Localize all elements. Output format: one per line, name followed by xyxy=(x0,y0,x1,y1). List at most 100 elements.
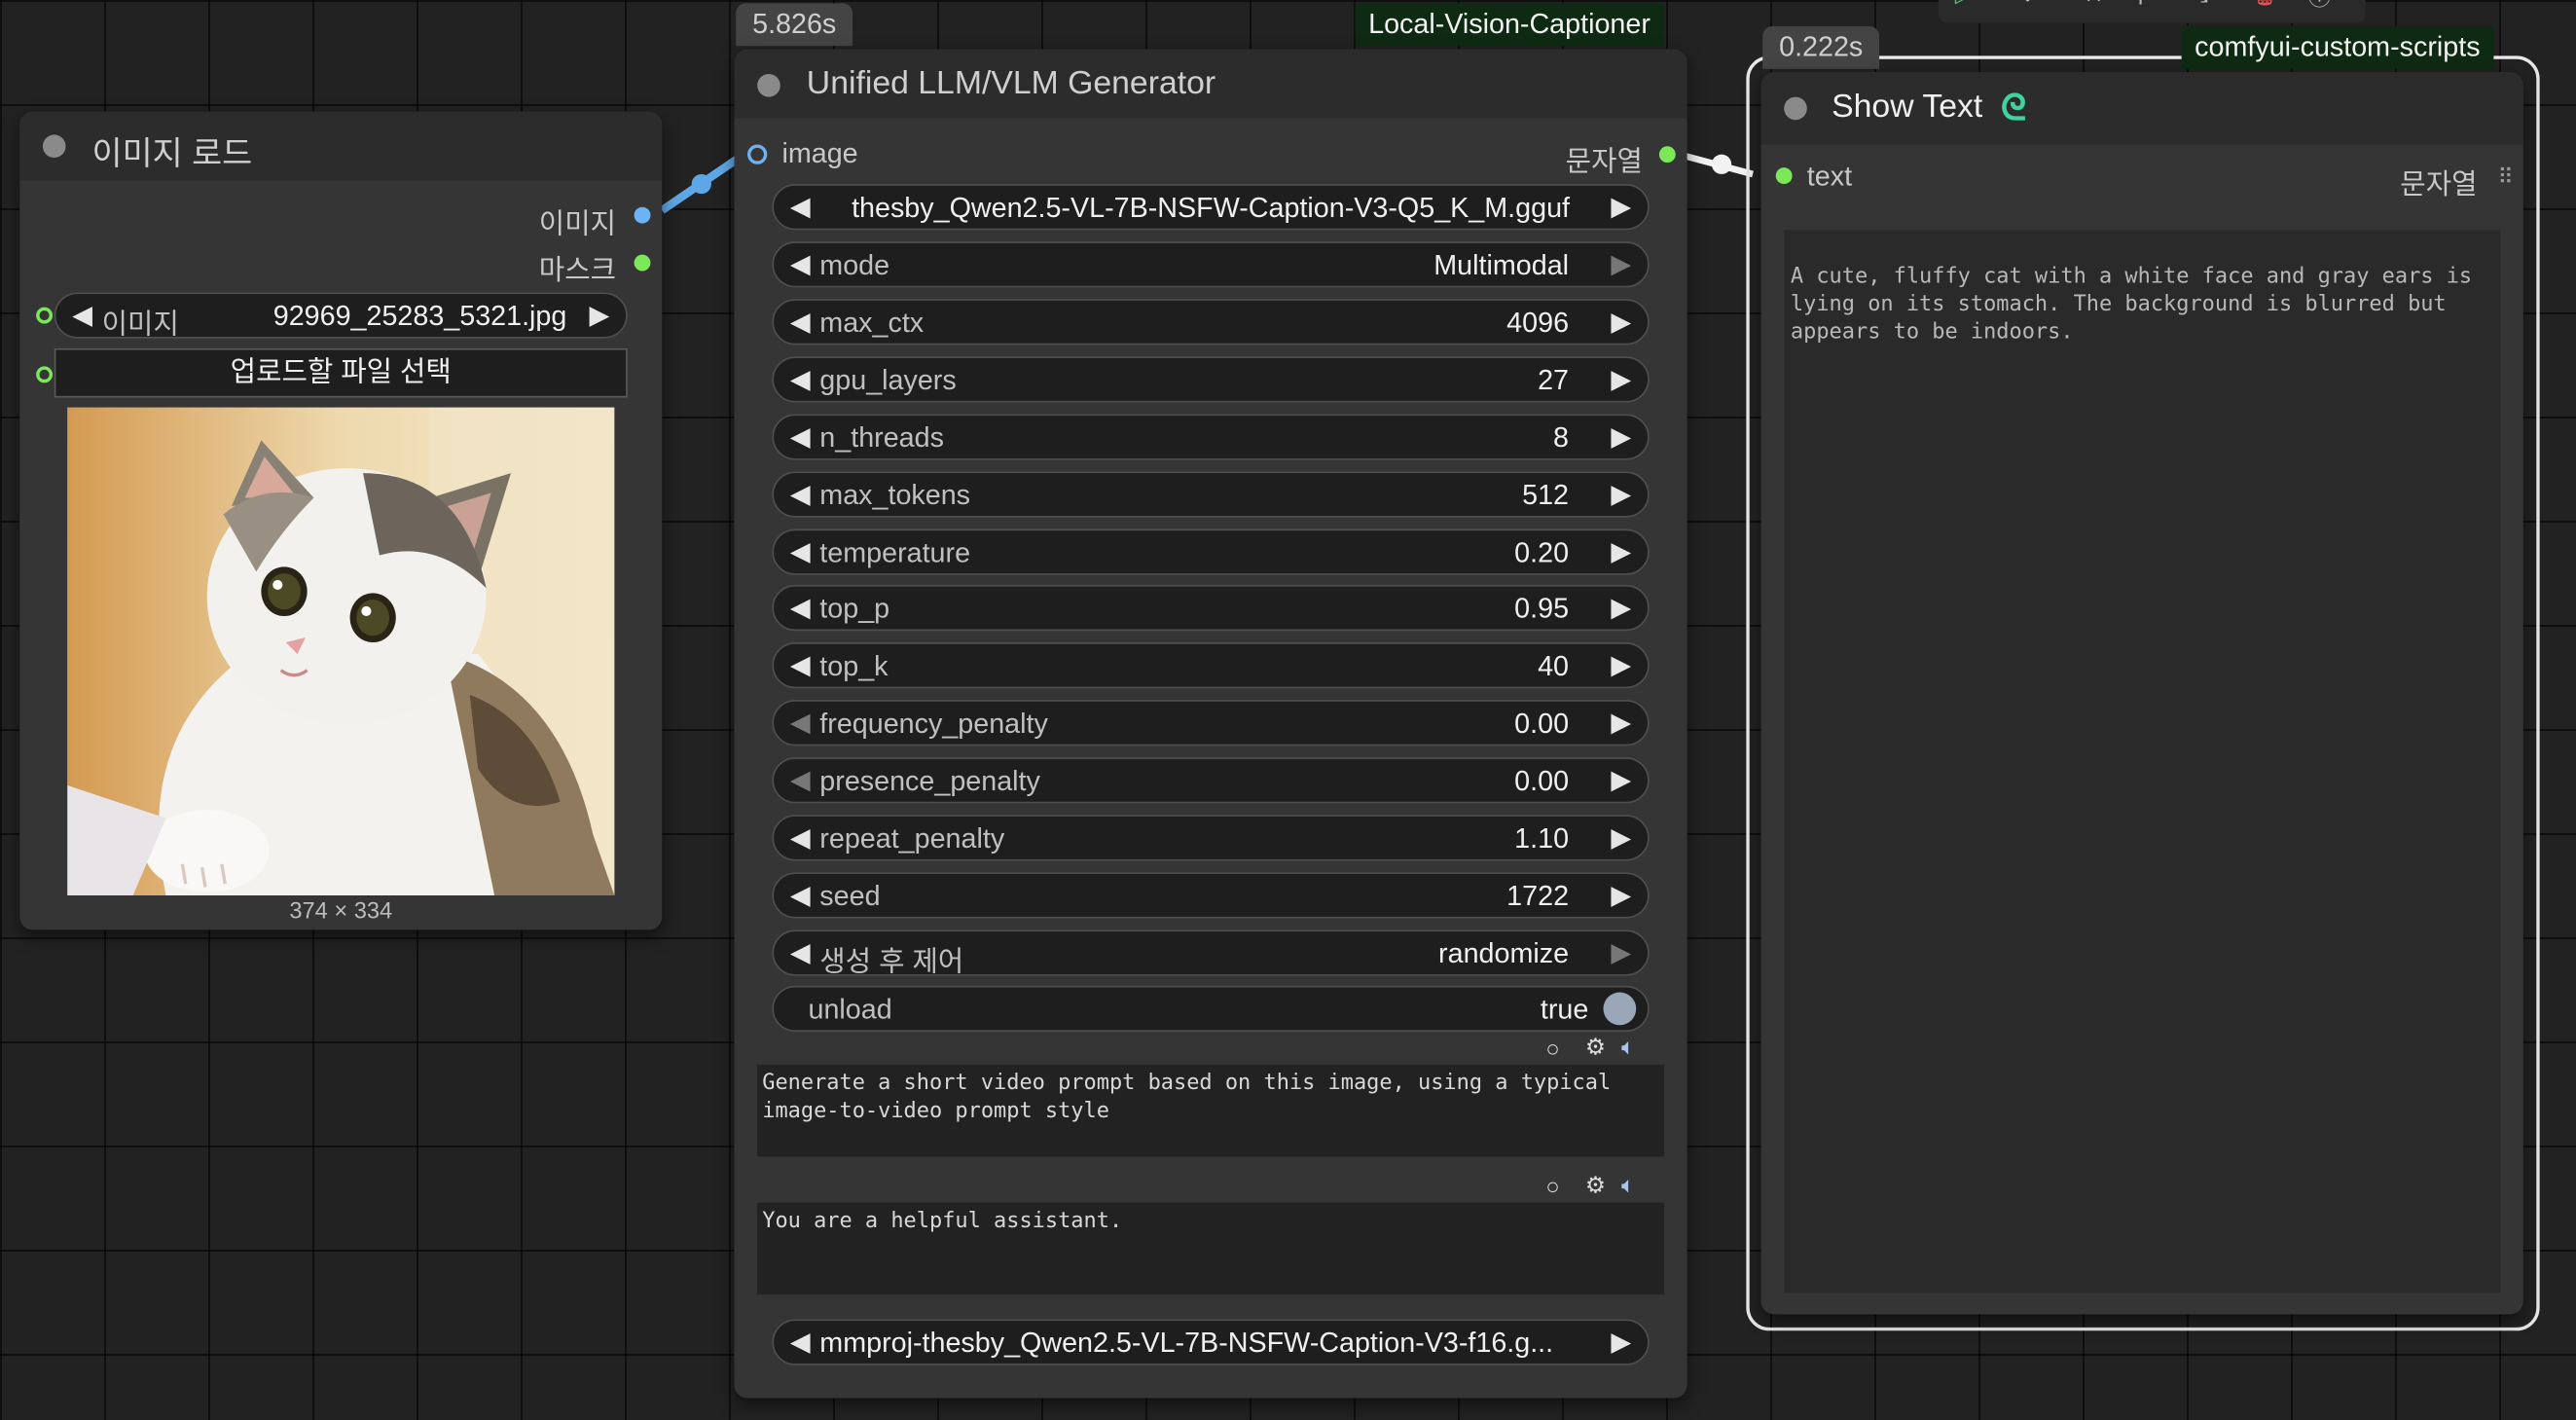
right-arrow-icon[interactable]: ▶ xyxy=(1611,191,1631,224)
unload-toggle[interactable]: unload true xyxy=(772,985,1650,1033)
param-name: max_ctx xyxy=(819,307,925,339)
param-name: seed xyxy=(819,880,881,912)
param-name: n_threads xyxy=(819,421,944,454)
circle-icon[interactable]: ○ xyxy=(1545,1173,1559,1199)
left-arrow-icon[interactable]: ◀ xyxy=(790,592,811,625)
left-arrow-icon[interactable]: ◀ xyxy=(72,299,92,332)
param-gpu-layers[interactable]: ◀ gpu_layers 27 ▶ xyxy=(772,356,1650,403)
left-arrow-icon[interactable]: ◀ xyxy=(790,420,811,454)
right-arrow-icon[interactable]: ▶ xyxy=(1611,879,1631,912)
system-prompt-textarea[interactable]: You are a helpful assistant. xyxy=(757,1202,1664,1295)
left-arrow-icon[interactable]: ◀ xyxy=(790,363,811,396)
generator-header[interactable]: Unified LLM/VLM Generator xyxy=(734,49,1687,119)
param-value: 40 xyxy=(1538,650,1570,682)
right-arrow-icon[interactable]: ▶ xyxy=(1611,535,1631,568)
right-arrow-icon[interactable]: ▶ xyxy=(1611,649,1631,682)
image-link-midpoint xyxy=(691,173,711,195)
right-arrow-icon[interactable]: ▶ xyxy=(1611,821,1631,855)
custom-scripts-logo-icon: ᘓ xyxy=(2000,87,2027,128)
show-text-node[interactable]: Show Text ᘓ text 문자열 ⠿ A cute, fluffy ca… xyxy=(1760,72,2523,1315)
circle-icon[interactable]: ○ xyxy=(1545,1035,1559,1061)
param-repeat-penalty[interactable]: ◀ repeat_penalty 1.10 ▶ xyxy=(772,815,1650,861)
right-arrow-icon[interactable]: ▶ xyxy=(1611,592,1631,625)
param-top-k[interactable]: ◀ top_k 40 ▶ xyxy=(772,642,1650,689)
output-label-image: 이미지 xyxy=(538,208,616,240)
load-image-header[interactable]: 이미지 로드 xyxy=(19,111,663,181)
param-name: gpu_layers xyxy=(819,364,957,396)
mmproj-select[interactable]: ◀ mmproj-thesby_Qwen2.5-VL-7B-NSFW-Capti… xyxy=(772,1319,1650,1365)
right-arrow-icon[interactable]: ▶ xyxy=(1611,420,1631,454)
gear-icon[interactable]: ⚙ xyxy=(1585,1172,1606,1200)
param-value: randomize xyxy=(1438,937,1570,969)
speaker-icon[interactable]: 🔈︎ xyxy=(1621,1172,1635,1200)
param-control-after-generate[interactable]: ◀ 생성 후 제어 randomize ▶ xyxy=(772,929,1650,977)
input-slot-text[interactable] xyxy=(1775,167,1793,185)
show-text-header[interactable]: Show Text ᘓ xyxy=(1760,72,2523,145)
left-arrow-icon[interactable]: ◀ xyxy=(790,306,811,339)
image-select-widget[interactable]: ◀ 이미지 92969_25283_5321.jpg ▶ xyxy=(54,292,628,340)
param-value: 0.00 xyxy=(1514,708,1570,740)
output-slot-image[interactable] xyxy=(634,206,651,224)
output-slot-mask[interactable] xyxy=(634,254,651,272)
right-arrow-icon[interactable]: ▶ xyxy=(1611,306,1631,339)
collapse-icon[interactable]: ⤡ xyxy=(2190,0,2208,8)
output-slot-string[interactable] xyxy=(1658,146,1676,164)
gear-icon[interactable]: ⚙ xyxy=(1585,1034,1606,1062)
toggle-knob[interactable] xyxy=(1603,992,1637,1026)
wrench-icon[interactable]: ⚒ xyxy=(2083,0,2103,8)
collapse-dot[interactable] xyxy=(1784,96,1807,121)
input-slot-image[interactable] xyxy=(747,144,768,164)
widget-input-upload[interactable] xyxy=(36,366,54,383)
prompt-textarea[interactable]: Generate a short video prompt based on t… xyxy=(757,1064,1664,1157)
string-link-midpoint xyxy=(1711,154,1732,174)
trash-icon[interactable]: 🗑︎ xyxy=(2251,0,2280,8)
param-name: temperature xyxy=(819,536,971,569)
left-arrow-icon[interactable]: ◀ xyxy=(790,649,811,682)
right-arrow-icon[interactable]: ▶ xyxy=(1611,248,1631,281)
pin-icon[interactable]: ⚲ xyxy=(2132,0,2149,8)
right-arrow-icon[interactable]: ▶ xyxy=(1611,936,1631,969)
param-mode[interactable]: ◀ mode Multimodal ▶ xyxy=(772,241,1650,288)
toggle-value: true xyxy=(1540,994,1589,1026)
load-image-node[interactable]: 이미지 로드 이미지 마스크 ◀ 이미지 92969_25283_5321.jp… xyxy=(19,111,663,930)
left-arrow-icon[interactable]: ◀ xyxy=(790,478,811,511)
left-arrow-icon[interactable]: ◀ xyxy=(790,936,811,969)
input-label-text: text xyxy=(1806,161,1853,193)
collapse-dot[interactable] xyxy=(42,134,66,159)
speaker-icon[interactable]: 🔈︎ xyxy=(1621,1034,1635,1062)
right-arrow-icon[interactable]: ▶ xyxy=(589,299,609,332)
left-arrow-icon[interactable]: ◀ xyxy=(790,707,811,740)
model-select[interactable]: ◀ thesby_Qwen2.5-VL-7B-NSFW-Caption-V3-Q… xyxy=(772,184,1650,231)
param-max-ctx[interactable]: ◀ max_ctx 4096 ▶ xyxy=(772,299,1650,346)
record-icon[interactable]: ●⌄ xyxy=(2004,0,2037,8)
right-arrow-icon[interactable]: ▶ xyxy=(1611,478,1631,511)
upload-button[interactable]: 업로드할 파일 선택 xyxy=(54,347,628,398)
widget-input-image[interactable] xyxy=(36,307,54,324)
param-value: Multimodal xyxy=(1433,249,1570,281)
collapse-dot[interactable] xyxy=(757,73,780,97)
param-temperature[interactable]: ◀ temperature 0.20 ▶ xyxy=(772,528,1650,575)
right-arrow-icon[interactable]: ▶ xyxy=(1611,1326,1631,1359)
right-arrow-icon[interactable]: ▶ xyxy=(1611,764,1631,797)
param-name: repeat_penalty xyxy=(819,822,1005,855)
left-arrow-icon[interactable]: ◀ xyxy=(790,248,811,281)
drag-handle-icon[interactable]: ⠿ xyxy=(2498,164,2514,191)
right-arrow-icon[interactable]: ▶ xyxy=(1611,707,1631,740)
image-size-label: 374 × 334 xyxy=(289,896,393,924)
param-n-threads[interactable]: ◀ n_threads 8 ▶ xyxy=(772,414,1650,460)
param-seed[interactable]: ◀ seed 1722 ▶ xyxy=(772,872,1650,919)
right-arrow-icon[interactable]: ▶ xyxy=(1611,363,1631,396)
param-presence-penalty[interactable]: ◀ presence_penalty 0.00 ▶ xyxy=(772,757,1650,804)
param-frequency-penalty[interactable]: ◀ frequency_penalty 0.00 ▶ xyxy=(772,700,1650,746)
param-top-p[interactable]: ◀ top_p 0.95 ▶ xyxy=(772,584,1650,632)
left-arrow-icon[interactable]: ◀ xyxy=(790,879,811,912)
param-max-tokens[interactable]: ◀ max_tokens 512 ▶ xyxy=(772,471,1650,518)
output-text[interactable]: A cute, fluffy cat with a white face and… xyxy=(1784,230,2501,1293)
help-icon[interactable]: ⓘ xyxy=(2308,0,2332,14)
play-icon[interactable]: ▷ xyxy=(1955,0,1973,8)
left-arrow-icon[interactable]: ◀ xyxy=(790,535,811,568)
left-arrow-icon[interactable]: ◀ xyxy=(790,821,811,855)
left-arrow-icon[interactable]: ◀ xyxy=(790,764,811,797)
timing-badge: 0.222s xyxy=(1762,26,1880,69)
left-arrow-icon[interactable]: ◀ xyxy=(790,1326,811,1359)
